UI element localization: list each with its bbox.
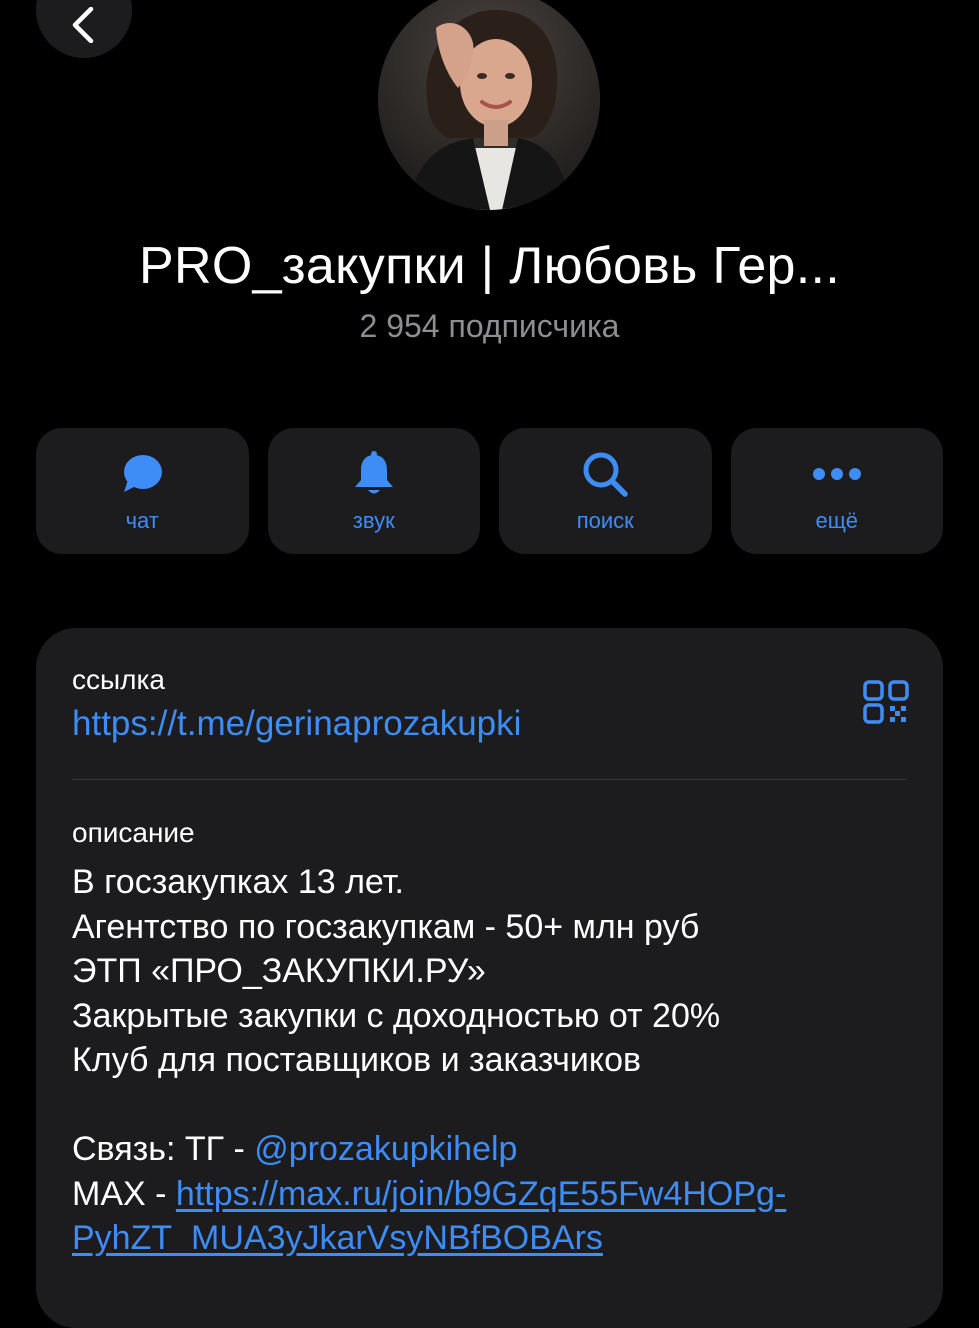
description-caption: описание — [72, 817, 195, 848]
chat-label: чат — [125, 508, 159, 533]
more-dots-icon — [812, 468, 861, 480]
contact-line: Связь: ТГ - @prozakupkihelp — [72, 1127, 922, 1172]
back-button[interactable] — [36, 0, 132, 58]
description-line: ЭТП «ПРО_ЗАКУПКИ.РУ» — [72, 952, 486, 990]
channel-title: PRO_закупки | Любовь Гер... — [138, 237, 840, 295]
description-line: Закрытые закупки с доходностью от 20% — [72, 996, 721, 1035]
max-prefix: MAX - — [72, 1174, 176, 1213]
max-line: MAX - https://max.ru/join/b9GZqE55Fw4HOP… — [72, 1172, 922, 1217]
max-join-link[interactable]: https://max.ru/join/b9GZqE55Fw4HOPg- — [176, 1175, 786, 1213]
contact-handle-link[interactable]: @prozakupkihelp — [254, 1130, 517, 1168]
info-card: ссылка https://t.me/gerinaprozakupki опи… — [36, 628, 943, 1328]
chevron-left-icon — [72, 7, 94, 43]
sound-button[interactable]: звук — [267, 428, 480, 554]
description-text: В госзакупках 13 лет. Агентство по госза… — [72, 860, 922, 1261]
chat-bubble-icon — [124, 455, 163, 492]
link-caption: ссылка — [72, 664, 165, 695]
search-button[interactable]: поиск — [499, 428, 712, 554]
channel-link[interactable]: https://t.me/gerinaprozakupki — [72, 704, 521, 744]
qr-code-icon — [863, 680, 909, 724]
more-label: ещё — [815, 508, 859, 533]
description-line: Агентство по госзакупкам - 50+ млн руб — [72, 907, 700, 946]
qr-code-button[interactable] — [863, 680, 909, 729]
bell-icon — [354, 451, 393, 494]
divider — [72, 779, 907, 780]
action-bar: чат звук поиск ещё — [36, 428, 943, 554]
search-label: поиск — [576, 508, 634, 533]
search-icon — [583, 452, 628, 497]
avatar-photo — [378, 0, 600, 210]
subscriber-count: 2 954 подписчика — [359, 308, 620, 344]
contact-prefix: Связь: ТГ - — [72, 1130, 255, 1168]
chat-button[interactable]: чат — [36, 428, 249, 554]
channel-avatar[interactable] — [378, 0, 600, 210]
max-line-continued: PyhZT_MUA3yJkarVsyNBfBOBArs — [72, 1216, 922, 1261]
description-line: Клуб для поставщиков и заказчиков — [72, 1041, 642, 1079]
more-button[interactable]: ещё — [730, 428, 943, 554]
description-line: В госзакупках 13 лет. — [72, 863, 404, 901]
max-join-link-continued[interactable]: PyhZT_MUA3yJkarVsyNBfBOBArs — [72, 1219, 603, 1257]
sound-label: звук — [352, 508, 395, 533]
